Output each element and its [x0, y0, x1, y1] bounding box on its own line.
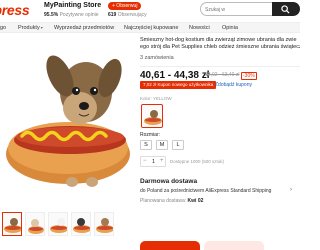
product-title-line: ego strój dla Pet Supplies chleb odzież … [140, 44, 300, 50]
thumbnail[interactable] [71, 212, 91, 236]
chevron-right-icon[interactable]: › [290, 187, 292, 193]
quantity-value[interactable]: 1 [152, 159, 155, 165]
product-main-image[interactable] [0, 36, 134, 206]
product-price: 40,61 - 44,38 zł [140, 70, 210, 81]
buy-now-button[interactable] [140, 241, 200, 250]
thumbnail[interactable] [94, 212, 114, 236]
nav-item-bestsellers[interactable]: Najczęściej kupowane [124, 25, 178, 31]
nav-item-label: Najczęściej kupowane [124, 25, 179, 31]
thumbnail-strip [0, 212, 134, 238]
stock-availability: Dostępne 1000 (500 sztuk) [170, 159, 225, 164]
order-count: 3 zamówienia [140, 55, 174, 61]
nav-item-label: Nowości [189, 25, 210, 31]
color-swatch-image [144, 110, 162, 125]
product-photo-dog-hotdog [6, 55, 130, 187]
divider [140, 66, 300, 67]
followers-count: 619 Obserwujący [108, 12, 147, 18]
store-rating-value: 95.5% [44, 12, 59, 18]
search-box [200, 2, 272, 16]
chevron-down-icon: ▾ [40, 25, 43, 30]
followers-count-label: Obserwujący [117, 12, 147, 18]
product-title-line: Śmieszny hot-dog kostium dla zwierząt zi… [140, 37, 297, 43]
color-label: Kolor: YELLOW [140, 96, 172, 101]
top-header: xpress MyPainting Store 95.5% Pozytywne … [0, 0, 300, 22]
search-icon [281, 5, 290, 14]
add-to-cart-button[interactable] [204, 241, 264, 250]
estimated-delivery-date: Kwi 02 [187, 198, 204, 204]
thumbnail-image [28, 219, 44, 234]
nav-item-feedback[interactable]: Opinia [222, 25, 238, 31]
nav-item-label: Opinia [222, 25, 238, 31]
nav-item-clearance[interactable]: Wyprzedaż przedmiotów [54, 25, 114, 31]
store-nav: go Produkty▾ Wyprzedaż przedmiotów Najcz… [0, 22, 300, 33]
followers-count-value: 619 [108, 12, 117, 18]
new-user-coupon[interactable]: 7,02 zł Kupon nowego użytkownika [140, 81, 217, 89]
thumbnail[interactable] [2, 212, 22, 236]
size-option-l[interactable]: L [172, 140, 184, 150]
store-rating-suffix: Pozytywne opinie [59, 12, 99, 18]
original-price: 58,02 - 63,40 zł [205, 72, 240, 78]
size-option-m[interactable]: M [156, 140, 168, 150]
quantity-decrease-button[interactable]: − [143, 158, 147, 164]
thumbnail[interactable] [25, 212, 45, 236]
site-logo[interactable]: xpress [0, 2, 30, 18]
search-button[interactable] [272, 2, 300, 16]
thumbnail-image [4, 218, 21, 233]
estimated-delivery: Planowana dostawa: Kwi 02 [140, 198, 203, 204]
product-title: Śmieszny hot-dog kostium dla zwierząt zi… [140, 37, 300, 51]
shipping-title: Darmowa dostawa [140, 178, 198, 185]
nav-item-new[interactable]: Nowości [189, 25, 210, 31]
nav-item-label: Produkty [18, 25, 40, 31]
thumbnail-image [73, 218, 90, 233]
color-option-yellow[interactable] [141, 104, 163, 128]
estimated-delivery-label: Planowana dostawa: [140, 198, 187, 204]
discount-badge: -30% [241, 72, 257, 80]
nav-item-label: Wyprzedaż przedmiotów [54, 25, 115, 31]
follow-box: + Obserwuj 619 Obserwujący [108, 2, 147, 18]
get-coupons-link[interactable]: Zdobądź kupony [215, 82, 252, 88]
size-label: Rozmiar: [140, 132, 161, 138]
store-rating: 95.5% Pozytywne opinie [44, 12, 99, 18]
follow-button[interactable]: + Obserwuj [108, 2, 142, 10]
size-option-s[interactable]: S [140, 140, 152, 150]
thumbnail-image [50, 218, 67, 233]
search-input[interactable] [205, 5, 267, 14]
nav-item-products[interactable]: Produkty▾ [18, 25, 43, 31]
thumbnail[interactable] [48, 212, 68, 236]
shipping-method[interactable]: do Poland za pośrednictwem AliExpress St… [140, 188, 271, 194]
store-name[interactable]: MyPainting Store [44, 2, 101, 9]
quantity-increase-button[interactable]: + [160, 158, 164, 164]
nav-item-home[interactable]: go [0, 25, 6, 31]
thumbnail-image [96, 218, 113, 233]
quantity-stepper: − 1 + [140, 156, 166, 167]
nav-item-label: go [0, 25, 7, 31]
